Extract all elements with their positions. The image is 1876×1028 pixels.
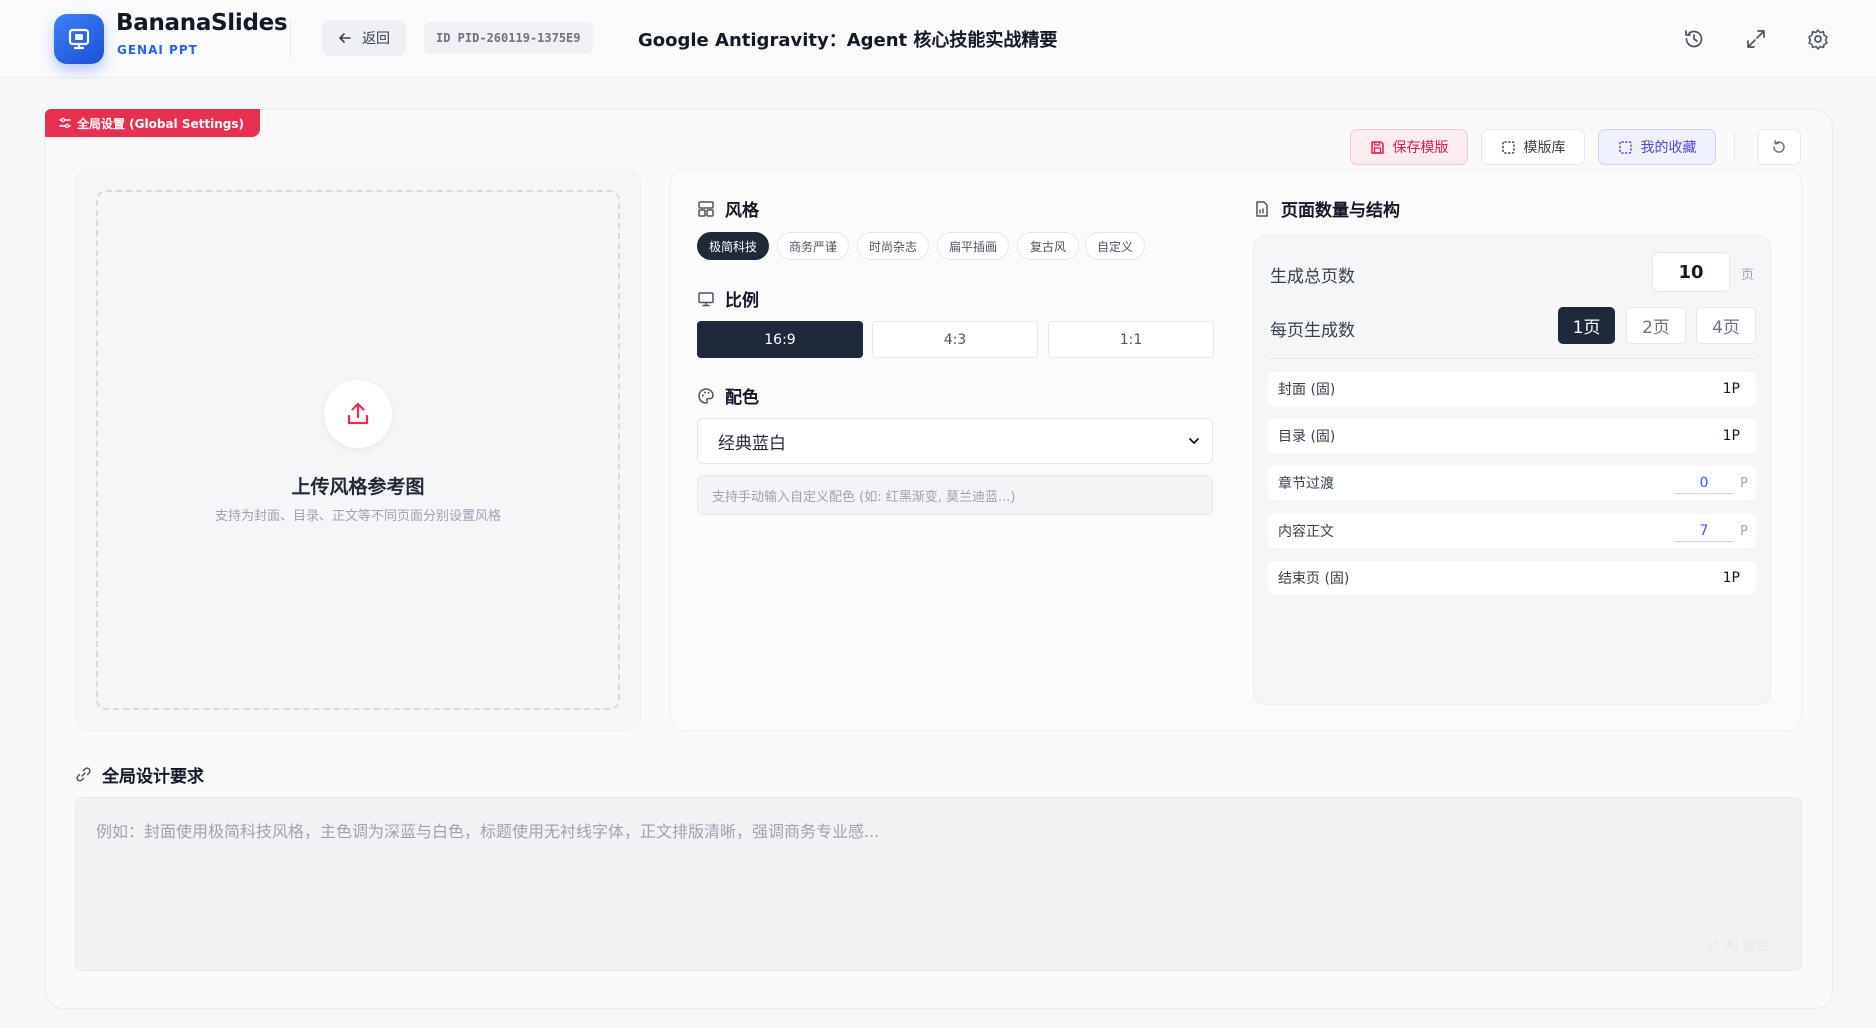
row-label: 目录 (固) (1278, 429, 1336, 445)
structure-row-content: 内容正文 7 P (1268, 514, 1756, 548)
structure-section-heading: 页面数量与结构 (1253, 196, 1400, 221)
slides-logo-icon (68, 28, 90, 50)
template-library-icon (1501, 140, 1515, 154)
project-title: Google Antigravity：Agent 核心技能实战精要 (638, 30, 1058, 51)
header-divider (290, 20, 291, 58)
arrow-left-icon (339, 33, 351, 43)
row-label: 结束页 (固) (1278, 571, 1350, 587)
style-heading: 风格 (725, 201, 759, 221)
section-transition-input[interactable]: 0 (1674, 472, 1734, 494)
project-id-badge: ID PID-260119-1375E9 (424, 22, 593, 54)
structure-row-toc: 目录 (固) 1P (1268, 419, 1756, 453)
favorites-icon (1618, 140, 1632, 154)
upload-button[interactable] (324, 380, 392, 448)
per-page-2-button[interactable]: 2页 (1626, 307, 1686, 344)
per-page-4-button[interactable]: 4页 (1696, 307, 1756, 344)
history-icon (1685, 30, 1703, 48)
per-page-1-button[interactable]: 1页 (1558, 307, 1615, 344)
reset-icon (1773, 140, 1785, 153)
style-chip-retro[interactable]: 复古风 (1017, 232, 1079, 260)
design-section-heading: 全局设计要求 (75, 762, 204, 787)
chevron-down-icon (1189, 438, 1199, 444)
document-icon (1256, 200, 1268, 217)
my-favorites-button[interactable]: 我的收藏 (1598, 129, 1716, 165)
app-logo[interactable] (54, 14, 104, 64)
my-favorites-label: 我的收藏 (1640, 140, 1697, 156)
monitor-icon (698, 291, 714, 306)
layout-icon (698, 200, 714, 217)
custom-color-input[interactable]: 支持手动输入自定义配色 (如: 红黑渐变, 莫兰迪蓝...) (697, 475, 1213, 515)
sliders-icon (59, 117, 71, 129)
structure-row-ending: 结束页 (固) 1P (1268, 561, 1756, 595)
upload-subtitle: 支持为封面、目录、正文等不同页面分别设置风格 (214, 509, 501, 524)
style-chip-minimal-tech[interactable]: 极简科技 (697, 232, 769, 260)
color-heading: 配色 (725, 388, 759, 408)
ratio-heading: 比例 (725, 291, 759, 311)
style-reference-dropzone[interactable] (96, 190, 620, 710)
color-scheme-select[interactable]: 经典蓝白 (697, 418, 1213, 464)
toolbar-divider (1734, 133, 1735, 161)
row-value: 1P (1722, 428, 1740, 444)
total-pages-input[interactable]: 10 (1652, 252, 1730, 292)
total-pages-label: 生成总页数 (1270, 267, 1355, 287)
back-button[interactable]: 返回 (322, 20, 406, 56)
style-chip-fashion[interactable]: 时尚杂志 (857, 232, 929, 260)
structure-row-section-transition: 章节过渡 0 P (1268, 466, 1756, 500)
ai-polish-label: AI 润色 (1726, 939, 1769, 954)
save-icon (1370, 140, 1384, 154)
save-template-label: 保存模版 (1392, 140, 1449, 156)
style-chip-flat-illustration[interactable]: 扁平插画 (937, 232, 1009, 260)
settings-button[interactable] (1803, 24, 1833, 54)
style-section-heading: 风格 (697, 196, 759, 221)
structure-row-cover: 封面 (固) 1P (1268, 372, 1756, 406)
link-icon (76, 767, 91, 782)
color-scheme-value: 经典蓝白 (718, 433, 786, 454)
row-label: 章节过渡 (1278, 476, 1334, 492)
ratio-1-1-button[interactable]: 1:1 (1048, 321, 1214, 358)
design-heading: 全局设计要求 (102, 767, 204, 787)
total-pages-unit: 页 (1741, 268, 1755, 283)
back-label: 返回 (362, 31, 390, 47)
history-button[interactable] (1679, 24, 1709, 54)
ratio-section-heading: 比例 (697, 286, 759, 311)
upload-icon (347, 402, 369, 425)
content-pages-input[interactable]: 7 (1674, 520, 1734, 542)
global-settings-label: 全局设置 (Global Settings) (77, 116, 244, 131)
row-label: 内容正文 (1278, 524, 1334, 540)
global-settings-tag: 全局设置 (Global Settings) (45, 109, 260, 137)
ratio-4-3-button[interactable]: 4:3 (872, 321, 1038, 358)
ai-polish-button[interactable]: AI 润色 (1706, 935, 1769, 954)
palette-icon (698, 387, 714, 404)
row-label: 封面 (固) (1278, 382, 1336, 398)
brand-name: BananaSlides (116, 10, 288, 36)
ratio-16-9-button[interactable]: 16:9 (697, 321, 863, 358)
top-header: BananaSlides GENAI PPT 返回 ID PID-260119-… (0, 0, 1876, 78)
style-chip-custom[interactable]: 自定义 (1085, 232, 1145, 260)
template-library-label: 模版库 (1523, 140, 1566, 156)
reset-button[interactable] (1757, 129, 1801, 165)
color-section-heading: 配色 (697, 383, 759, 408)
per-page-label: 每页生成数 (1270, 321, 1355, 341)
row-unit: P (1740, 475, 1748, 491)
magic-wand-icon (1707, 938, 1719, 951)
brand-subtitle: GENAI PPT (117, 43, 198, 57)
save-template-button[interactable]: 保存模版 (1350, 129, 1468, 165)
template-library-button[interactable]: 模版库 (1481, 129, 1585, 165)
design-requirements-textarea[interactable]: 例如：封面使用极简科技风格，主色调为深蓝与白色，标题使用无衬线字体，正文排版清晰… (75, 797, 1802, 971)
structure-divider (1268, 358, 1756, 359)
row-unit: P (1740, 523, 1748, 539)
row-value: 1P (1722, 381, 1740, 397)
row-value: 1P (1722, 570, 1740, 586)
structure-heading: 页面数量与结构 (1281, 201, 1400, 221)
gear-icon (1808, 29, 1828, 50)
fullscreen-button[interactable] (1741, 24, 1771, 54)
style-chip-business[interactable]: 商务严谨 (777, 232, 849, 260)
fullscreen-icon (1747, 30, 1765, 48)
upload-title: 上传风格参考图 (291, 476, 425, 498)
